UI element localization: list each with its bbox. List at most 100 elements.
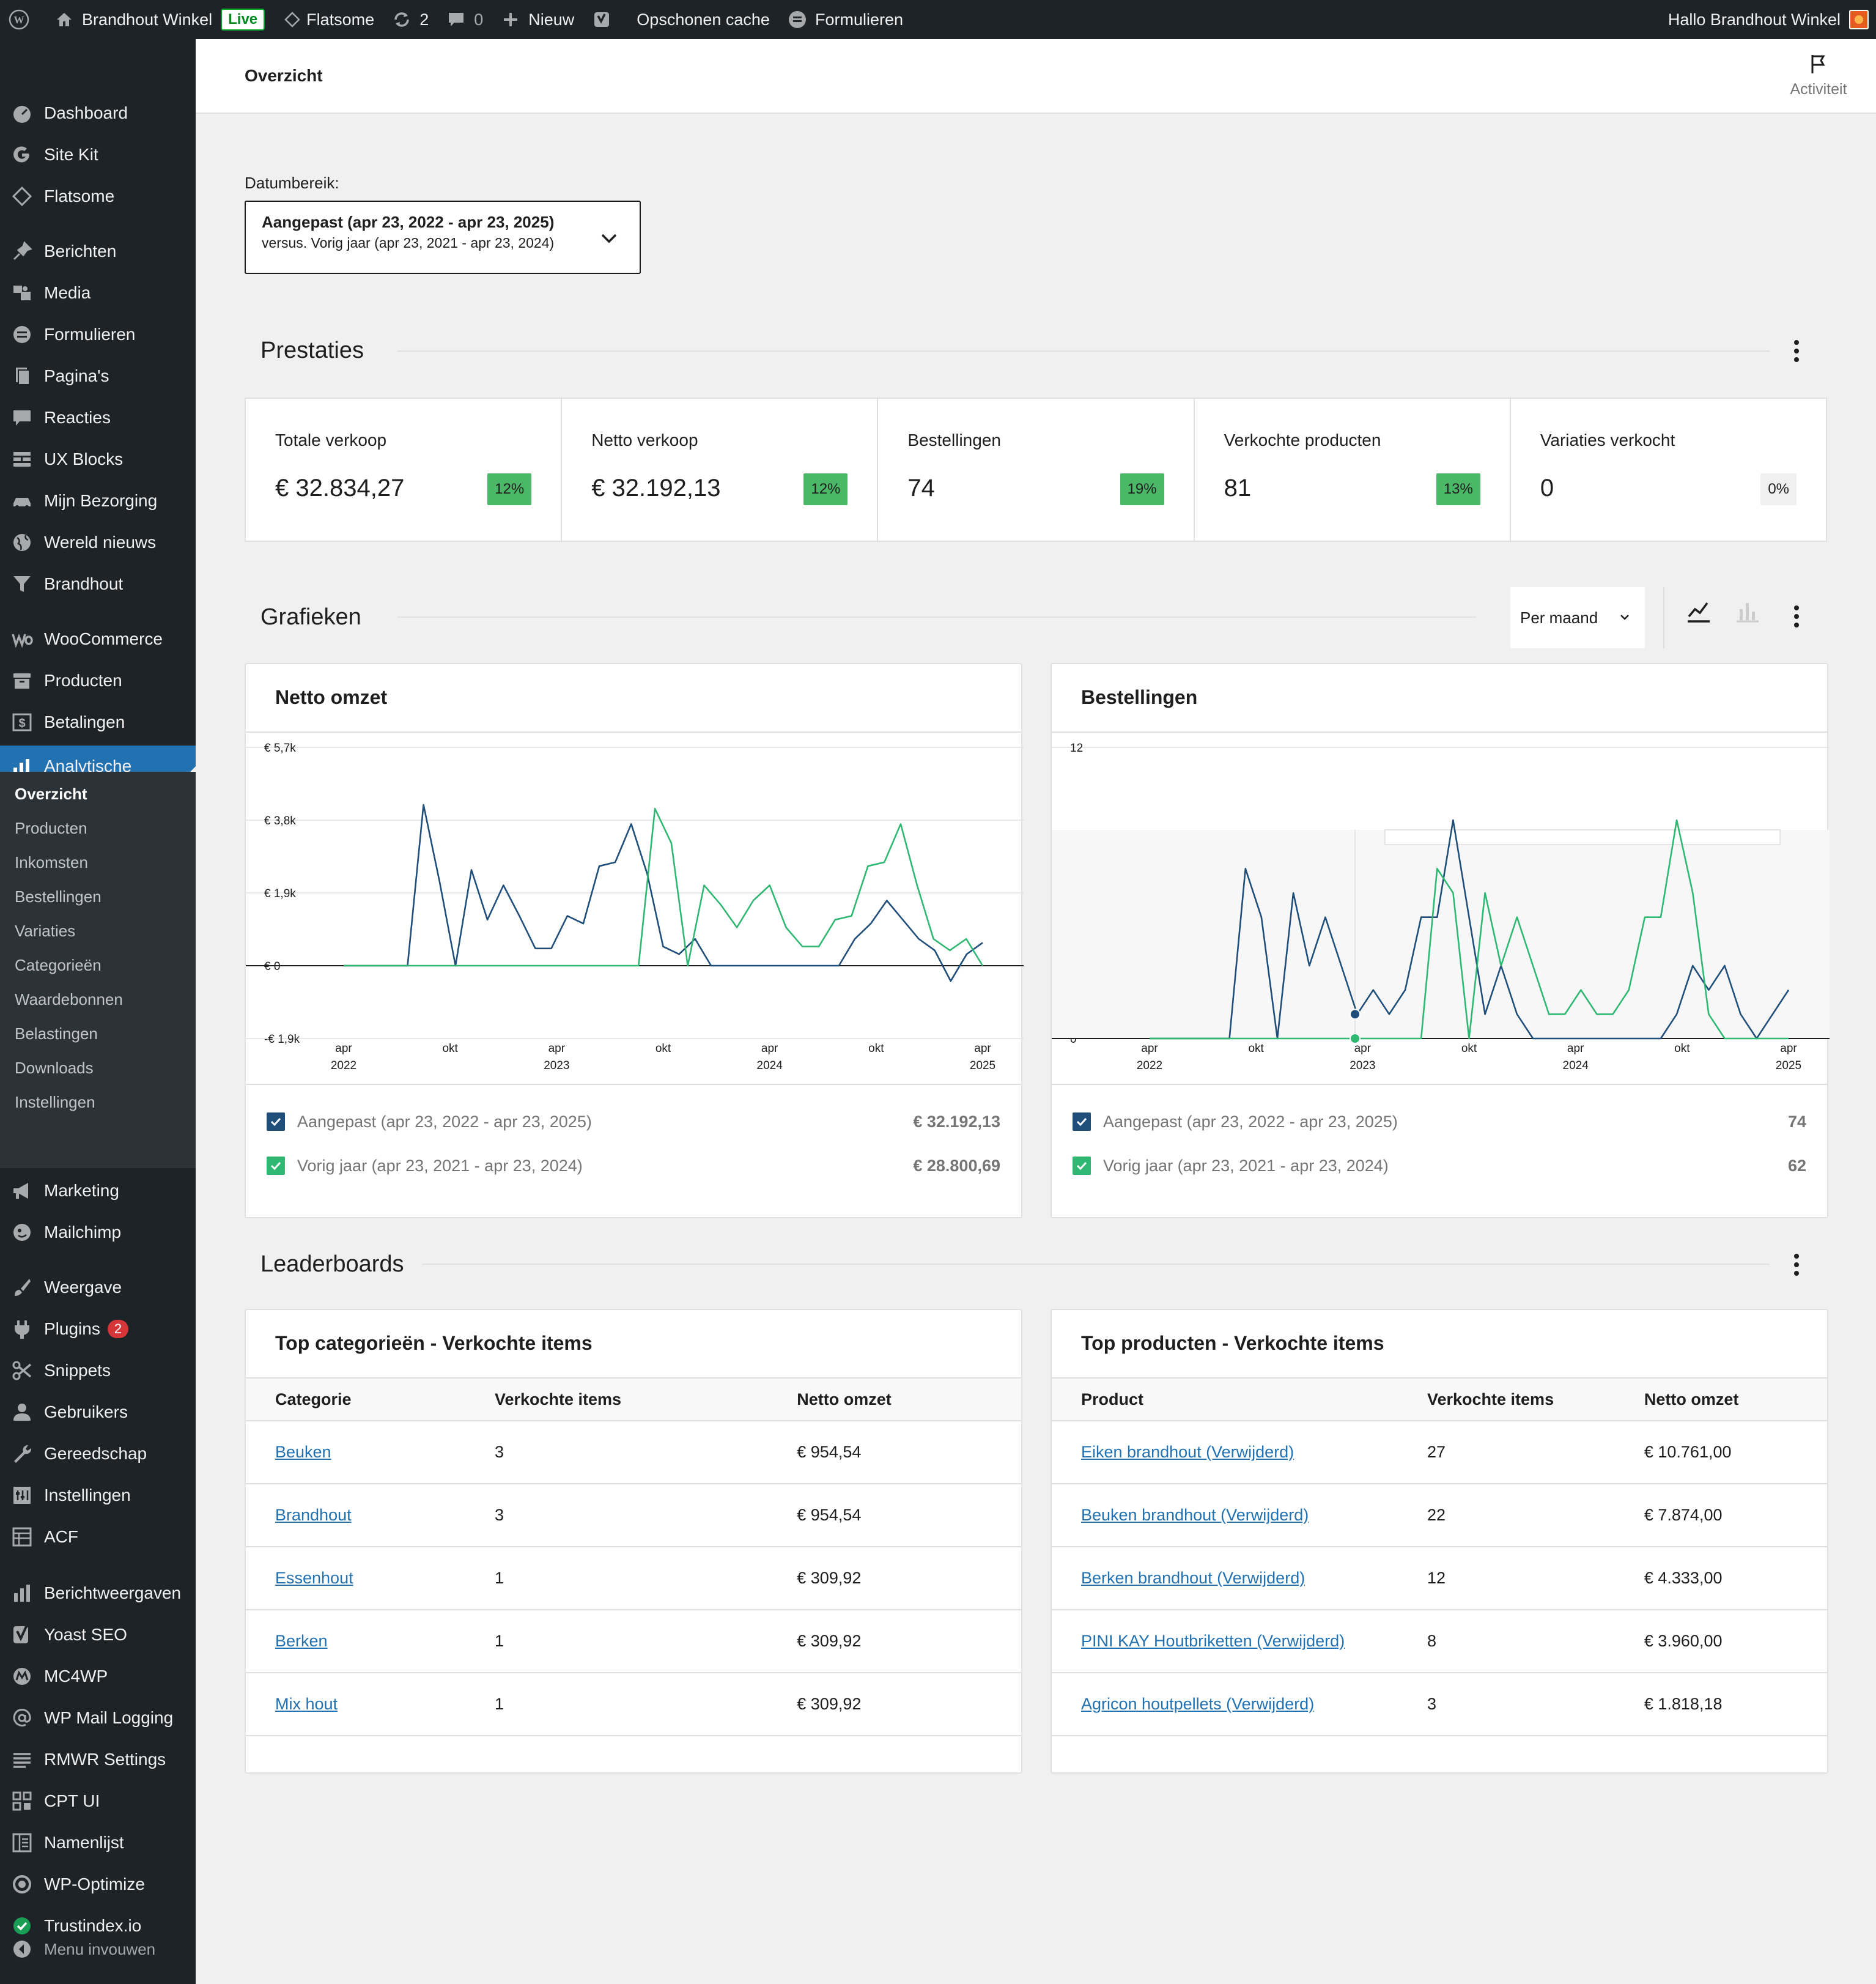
- row-link[interactable]: Eiken brandhout (Verwijderd): [1081, 1443, 1294, 1461]
- row-link[interactable]: Berken: [275, 1632, 328, 1650]
- chart-title: Netto omzet: [275, 686, 388, 708]
- legend-item-previous[interactable]: Vorig jaar (apr 23, 2021 - apr 23, 2024)…: [1073, 1147, 1806, 1184]
- table-cell: € 309,92: [797, 1547, 1021, 1610]
- sidebar-item-mailchimp[interactable]: Mailchimp: [0, 1213, 196, 1251]
- clear-cache-button[interactable]: Opschonen cache: [628, 0, 778, 39]
- submenu-item-producten[interactable]: Producten: [15, 816, 87, 840]
- submenu-item-bestellingen[interactable]: Bestellingen: [15, 884, 102, 909]
- submenu-item-belastingen[interactable]: Belastingen: [15, 1021, 98, 1046]
- sidebar-item-pagina-s[interactable]: Pagina's: [0, 357, 196, 395]
- sidebar-item-dashboard[interactable]: Dashboard: [0, 94, 196, 132]
- sidebar-item-wereld-nieuws[interactable]: Wereld nieuws: [0, 524, 196, 561]
- comment-icon: [446, 9, 467, 30]
- sidebar-item-formulieren[interactable]: Formulieren: [0, 316, 196, 353]
- row-link[interactable]: Mix hout: [275, 1695, 338, 1713]
- sidebar-item-wp-optimize[interactable]: WP-Optimize: [0, 1865, 196, 1903]
- activity-button[interactable]: Activiteit: [1776, 53, 1861, 98]
- legend-item-current[interactable]: Aangepast (apr 23, 2022 - apr 23, 2025) 7…: [1073, 1103, 1806, 1140]
- submenu-item-overzicht[interactable]: Overzicht: [15, 782, 87, 806]
- legend-item-previous[interactable]: Vorig jaar (apr 23, 2021 - apr 23, 2024)…: [267, 1147, 1000, 1184]
- legend-item-current[interactable]: Aangepast (apr 23, 2022 - apr 23, 2025) €…: [267, 1103, 1000, 1140]
- sidebar-item-weergave[interactable]: Weergave: [0, 1268, 196, 1306]
- charts-options-button[interactable]: [1784, 604, 1809, 629]
- section-divider: [397, 350, 1770, 352]
- theme-link[interactable]: Flatsome: [273, 0, 383, 39]
- sidebar-item-acf[interactable]: ACF: [0, 1518, 196, 1556]
- sidebar-item-gebruikers[interactable]: Gebruikers: [0, 1393, 196, 1431]
- performance-card-variaties-verkocht[interactable]: Variaties verkocht 0 0%: [1511, 399, 1826, 541]
- wordpress-logo-button[interactable]: W: [0, 0, 45, 39]
- yoast-menu[interactable]: [583, 0, 628, 39]
- row-link[interactable]: Brandhout: [275, 1506, 352, 1524]
- sidebar-item-mijn-bezorging[interactable]: Mijn Bezorging: [0, 482, 196, 520]
- table-row: Brandhout 3 € 954,54: [246, 1484, 1021, 1547]
- row-link[interactable]: Essenhout: [275, 1569, 353, 1587]
- date-range-picker[interactable]: Aangepast (apr 23, 2022 - apr 23, 2025) …: [245, 201, 641, 274]
- submenu-item-instellingen[interactable]: Instellingen: [15, 1090, 95, 1114]
- interval-select[interactable]: Per maand: [1510, 587, 1645, 648]
- sidebar-item-wp-mail-logging[interactable]: WP Mail Logging: [0, 1699, 196, 1737]
- bar-chart-toggle[interactable]: [1729, 593, 1766, 630]
- sidebar-item-plugins[interactable]: Plugins 2: [0, 1310, 196, 1348]
- sidebar-item-label: WooCommerce: [44, 629, 163, 648]
- sidebar-item-betalingen[interactable]: $ Betalingen: [0, 703, 196, 741]
- new-content-link[interactable]: Nieuw: [492, 0, 583, 39]
- analytics-submenu: Overzicht Producten Inkomsten Bestellingen V…: [0, 772, 196, 1168]
- row-link[interactable]: Agricon houtpellets (Verwijderd): [1081, 1695, 1314, 1713]
- sidebar-item-instellingen[interactable]: Instellingen: [0, 1476, 196, 1514]
- row-link[interactable]: Berken brandhout (Verwijderd): [1081, 1569, 1305, 1587]
- forms-link[interactable]: Formulieren: [778, 0, 912, 39]
- sidebar-item-marketing[interactable]: Marketing: [0, 1172, 196, 1210]
- legend-checkbox[interactable]: [1073, 1112, 1091, 1131]
- sidebar-item-rmwr-settings[interactable]: RMWR Settings: [0, 1741, 196, 1779]
- sidebar-item-site-kit[interactable]: Site Kit: [0, 136, 196, 174]
- sidebar-item-mc4wp[interactable]: MC4WP: [0, 1657, 196, 1695]
- sidebar-item-ux-blocks[interactable]: UX Blocks: [0, 440, 196, 478]
- row-link[interactable]: Beuken brandhout (Verwijderd): [1081, 1506, 1309, 1524]
- submenu-item-waardebonnen[interactable]: Waardebonnen: [15, 987, 123, 1012]
- legend-checkbox[interactable]: [1073, 1157, 1091, 1175]
- sidebar-item-snippets[interactable]: Snippets: [0, 1352, 196, 1390]
- site-name-link[interactable]: Brandhout Winkel Live: [45, 0, 273, 39]
- kebab-icon: [1794, 605, 1799, 627]
- sidebar-item-producten[interactable]: Producten: [0, 662, 196, 700]
- comments-link[interactable]: 0: [437, 0, 492, 39]
- sidebar-item-namenlijst[interactable]: Namenlijst: [0, 1824, 196, 1862]
- legend-checkbox[interactable]: [267, 1112, 285, 1131]
- submenu-item-categorie-n[interactable]: Categorieën: [15, 953, 102, 977]
- y-tick-label: € 0: [264, 960, 280, 973]
- sidebar-item-yoast-seo[interactable]: Yoast SEO: [0, 1616, 196, 1654]
- x-tick-label: okt: [868, 1042, 884, 1055]
- performance-card-verkochte-producten[interactable]: Verkochte producten 81 13%: [1195, 399, 1511, 541]
- collapse-menu-button[interactable]: Menu invouwen: [0, 1930, 196, 1968]
- legend-checkbox[interactable]: [267, 1157, 285, 1175]
- sidebar-item-woocommerce[interactable]: WooCommerce: [0, 620, 196, 658]
- row-link[interactable]: PINI KAY Houtbriketten (Verwijderd): [1081, 1632, 1345, 1650]
- account-menu[interactable]: Hallo Brandhout Winkel: [1660, 0, 1869, 39]
- updates-link[interactable]: 2: [383, 0, 437, 39]
- sidebar-item-gereedschap[interactable]: Gereedschap: [0, 1435, 196, 1473]
- top-products-table: Product Verkochte items Netto omzet Eiken b…: [1052, 1377, 1827, 1736]
- submenu-item-variaties[interactable]: Variaties: [15, 919, 75, 943]
- performance-options-button[interactable]: [1784, 339, 1809, 363]
- sidebar-item-berichtweergaven[interactable]: Berichtweergaven: [0, 1574, 196, 1612]
- wrench-icon: [10, 1442, 34, 1466]
- sidebar-item-berichten[interactable]: Berichten: [0, 232, 196, 270]
- submenu-item-downloads[interactable]: Downloads: [15, 1056, 94, 1080]
- submenu-item-inkomsten[interactable]: Inkomsten: [15, 850, 88, 875]
- collapse-label: Menu invouwen: [44, 1939, 156, 1958]
- line-chart-toggle[interactable]: [1680, 593, 1717, 630]
- card-label: Netto verkoop: [591, 431, 698, 450]
- sidebar-item-flatsome[interactable]: Flatsome: [0, 177, 196, 215]
- sidebar-item-brandhout[interactable]: Brandhout: [0, 565, 196, 603]
- leaderboards-options-button[interactable]: [1784, 1253, 1809, 1277]
- sidebar-item-reacties[interactable]: Reacties: [0, 399, 196, 437]
- card-label: Bestellingen: [907, 431, 1001, 450]
- performance-card-totale-verkoop[interactable]: Totale verkoop € 32.834,27 12%: [246, 399, 563, 541]
- performance-card-bestellingen[interactable]: Bestellingen 74 19%: [878, 399, 1195, 541]
- row-link[interactable]: Beuken: [275, 1443, 331, 1461]
- performance-card-netto-verkoop[interactable]: Netto verkoop € 32.192,13 12%: [562, 399, 879, 541]
- x-tick-year: 2023: [544, 1059, 569, 1072]
- sidebar-item-media[interactable]: Media: [0, 274, 196, 312]
- sidebar-item-cpt-ui[interactable]: CPT UI: [0, 1782, 196, 1820]
